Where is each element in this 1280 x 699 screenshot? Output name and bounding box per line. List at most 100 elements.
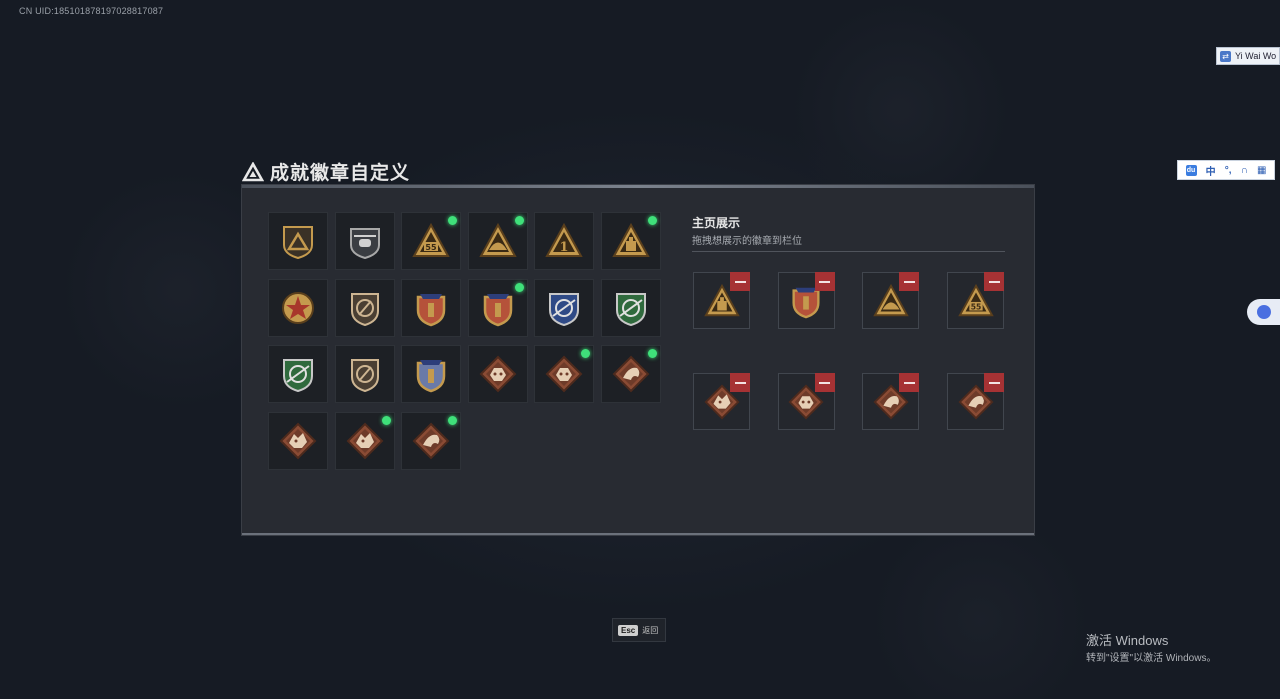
- remove-badge-button[interactable]: [730, 272, 750, 291]
- esc-key-icon: Esc: [618, 624, 639, 636]
- remove-badge-button[interactable]: [899, 373, 920, 392]
- badge-tile[interactable]: [334, 411, 395, 470]
- minus-icon: [819, 381, 831, 384]
- showcase-slot[interactable]: [693, 373, 750, 430]
- crest-gold-badge-icon: [416, 293, 446, 326]
- remove-badge-button[interactable]: [814, 272, 835, 291]
- showcase-subtitle: 拖拽想展示的徽章到栏位: [692, 236, 802, 247]
- uid-label: CN UID:185101878197028817087: [19, 6, 164, 16]
- minus-icon: [903, 280, 915, 283]
- badge-tile[interactable]: [534, 278, 594, 337]
- badge-tile[interactable]: [467, 345, 528, 403]
- triangle-55-badge-icon: 55: [412, 222, 450, 257]
- helicopter-badge-icon: [349, 228, 380, 260]
- ime-switch-icon[interactable]: ⇄: [1220, 50, 1231, 62]
- badge-tile[interactable]: [600, 212, 661, 270]
- new-badge-dot: [514, 282, 524, 292]
- svg-text:55: 55: [970, 302, 981, 311]
- remove-badge-button[interactable]: [984, 272, 1005, 291]
- showcase-divider: [692, 251, 1005, 252]
- new-badge-dot: [581, 349, 590, 358]
- showcase-title: 主页展示: [692, 216, 741, 230]
- ime-language-toggle[interactable]: 中: [1206, 163, 1216, 178]
- triangle-logo-icon: [242, 161, 264, 181]
- minus-icon: [988, 381, 1000, 384]
- badge-tile[interactable]: [268, 345, 328, 403]
- new-badge-dot: [448, 415, 457, 425]
- showcase-slot[interactable]: [947, 373, 1005, 430]
- badge-tile[interactable]: [600, 345, 661, 403]
- minus-icon: [734, 381, 746, 384]
- badge-tile[interactable]: [600, 278, 661, 337]
- triangle-helmet-badge-icon: [478, 222, 517, 257]
- shield-wings-badge-icon: [350, 292, 379, 326]
- showcase-slot[interactable]: [862, 272, 920, 329]
- slash-shield-badge-icon: [350, 359, 379, 393]
- ime-floating-toolbar[interactable]: ⇄ Yi Wai Wo: [1216, 47, 1280, 65]
- blue-crosshair-badge-icon: [549, 292, 579, 326]
- green-crosshair-badge-icon: [283, 359, 313, 393]
- badge-tile[interactable]: [334, 345, 395, 403]
- badge-tile[interactable]: 55: [401, 212, 461, 270]
- svg-text:1: 1: [559, 240, 568, 255]
- grid-menu-icon[interactable]: ▦: [1257, 165, 1266, 176]
- assistant-side-button[interactable]: [1247, 299, 1280, 325]
- panel-bottom-border: [242, 533, 1034, 535]
- remove-badge-button[interactable]: [984, 373, 1005, 392]
- triangle-crate-badge-icon: [611, 222, 650, 257]
- showcase-slot[interactable]: 55: [947, 272, 1005, 329]
- badge-tile[interactable]: [268, 212, 328, 270]
- badge-tile[interactable]: 1: [534, 212, 594, 270]
- rider-diamond-badge-icon: [612, 355, 649, 393]
- badge-tile[interactable]: [334, 278, 395, 337]
- new-badge-dot: [381, 415, 391, 425]
- beast-diamond-badge-icon: [545, 355, 583, 393]
- activate-windows-subtitle: 转到"设置"以激活 Windows。: [1086, 653, 1217, 664]
- svg-text:55: 55: [425, 243, 437, 252]
- badge-tile[interactable]: [401, 278, 461, 337]
- showcase-slot[interactable]: [777, 272, 835, 329]
- back-label: 返回: [642, 625, 659, 635]
- showcase-slot[interactable]: [862, 373, 920, 430]
- badge-customize-panel: 55 1 主页展示 拖拽想展示的徽章到栏位 55: [241, 184, 1035, 536]
- badge-tile[interactable]: [334, 212, 395, 270]
- new-badge-dot: [448, 216, 457, 225]
- minus-icon: [988, 280, 1000, 283]
- minus-icon: [819, 280, 831, 283]
- minus-icon: [734, 280, 746, 283]
- ime-status-bar[interactable]: du 中 °, ∩ ▦: [1177, 160, 1275, 180]
- green-rifle-badge-icon: [615, 292, 646, 326]
- star-medal-badge-icon: [282, 291, 314, 324]
- showcase-slot[interactable]: [777, 373, 835, 430]
- ime-top-label: Yi Wai Wo: [1235, 51, 1277, 61]
- crest-star-badge-icon: [483, 293, 512, 326]
- badge-tile[interactable]: [268, 411, 328, 470]
- badge-tile[interactable]: [268, 278, 328, 337]
- rider-diamond-badge-icon: [412, 422, 450, 459]
- new-badge-dot: [647, 216, 657, 225]
- new-badge-dot: [514, 216, 524, 225]
- badge-tile[interactable]: [401, 345, 461, 403]
- punctuation-icon[interactable]: °,: [1225, 165, 1232, 176]
- back-button[interactable]: Esc 返回: [612, 618, 666, 642]
- remove-badge-button[interactable]: [814, 373, 835, 392]
- voice-icon[interactable]: ∩: [1241, 165, 1248, 176]
- laurel-rifle-badge-icon: [416, 360, 446, 393]
- dragon-diamond-badge-icon: [279, 422, 317, 459]
- mountain-shield-badge-icon: [283, 226, 313, 260]
- badge-tile[interactable]: [467, 278, 528, 337]
- showcase-slot[interactable]: [693, 272, 750, 329]
- minus-icon: [903, 381, 915, 384]
- remove-badge-button[interactable]: [730, 373, 750, 392]
- new-badge-dot: [647, 349, 657, 358]
- ime-logo-icon[interactable]: du: [1185, 164, 1197, 176]
- activate-windows-title: 激活 Windows: [1086, 633, 1169, 648]
- badge-tile[interactable]: [401, 411, 461, 470]
- badge-tile[interactable]: [534, 345, 594, 403]
- badge-tile[interactable]: [467, 212, 528, 270]
- page-title: 成就徽章自定义: [270, 163, 411, 184]
- panel-top-border: [242, 185, 1034, 188]
- assistant-icon: [1256, 305, 1271, 319]
- remove-badge-button[interactable]: [899, 272, 920, 291]
- dragon-diamond-badge-icon: [346, 422, 383, 459]
